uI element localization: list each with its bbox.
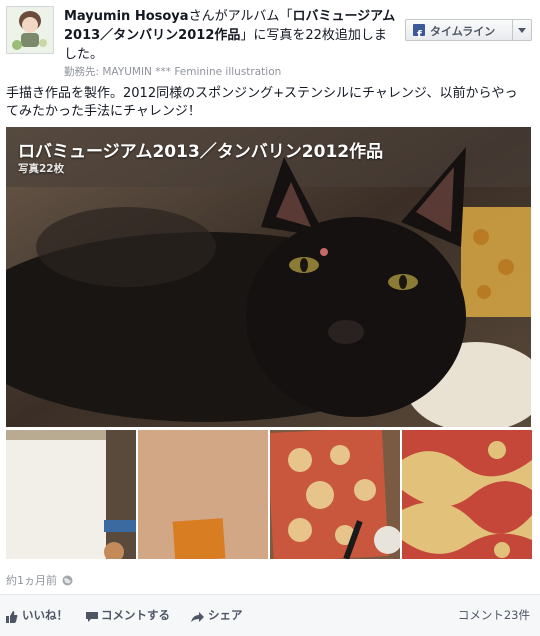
- comment-button[interactable]: コメントする: [101, 607, 170, 623]
- header-text: さんがアルバム「: [188, 9, 293, 24]
- album-title[interactable]: ロバミュージアム2013／タンバリン2012作品: [18, 137, 383, 162]
- timeline-button[interactable]: f タイムライン: [405, 19, 532, 41]
- thumbnail-photo[interactable]: [270, 430, 400, 559]
- facebook-icon: f: [413, 24, 425, 41]
- globe-icon[interactable]: [62, 571, 73, 586]
- thumbnail-photo[interactable]: [402, 430, 532, 559]
- svg-text:f: f: [417, 28, 422, 39]
- comment-icon[interactable]: [86, 608, 98, 622]
- album-cover-photo[interactable]: ロバミュージアム2013／タンバリン2012作品 写真22枚: [6, 127, 531, 427]
- post-description: 手描き作品を製作。2012同様のスポンジング+ステンシルにチャレンジ、以前からや…: [6, 86, 518, 119]
- thumbnail-photo[interactable]: [138, 430, 268, 559]
- thumbnail-photo[interactable]: [6, 430, 136, 559]
- action-bar: いいね！ コメントする シェア コメント23件: [0, 594, 540, 636]
- feed-story: Mayumin Hosoyaさんがアルバム「ロバミュージアム2013／タンバリン…: [0, 0, 540, 636]
- timestamp-link[interactable]: 約1ヵ月前: [6, 572, 57, 588]
- workplace-text: 勤務先: MAYUMIN *** Feminine illustration: [64, 66, 282, 78]
- photo-count: 写真22枚: [18, 163, 65, 175]
- divider: [512, 20, 513, 40]
- story-header: Mayumin Hosoyaさんがアルバム「ロバミュージアム2013／タンバリン…: [64, 7, 399, 64]
- avatar[interactable]: [6, 6, 54, 54]
- timeline-button-label: タイムライン: [430, 25, 496, 38]
- user-name-link[interactable]: Mayumin Hosoya: [64, 9, 189, 24]
- comment-count-link[interactable]: コメント23件: [458, 607, 530, 623]
- thumbs-up-icon[interactable]: [6, 608, 18, 623]
- chevron-down-icon[interactable]: [518, 28, 526, 33]
- share-icon[interactable]: [191, 608, 204, 622]
- like-button[interactable]: いいね！: [22, 607, 68, 623]
- share-button[interactable]: シェア: [208, 607, 243, 623]
